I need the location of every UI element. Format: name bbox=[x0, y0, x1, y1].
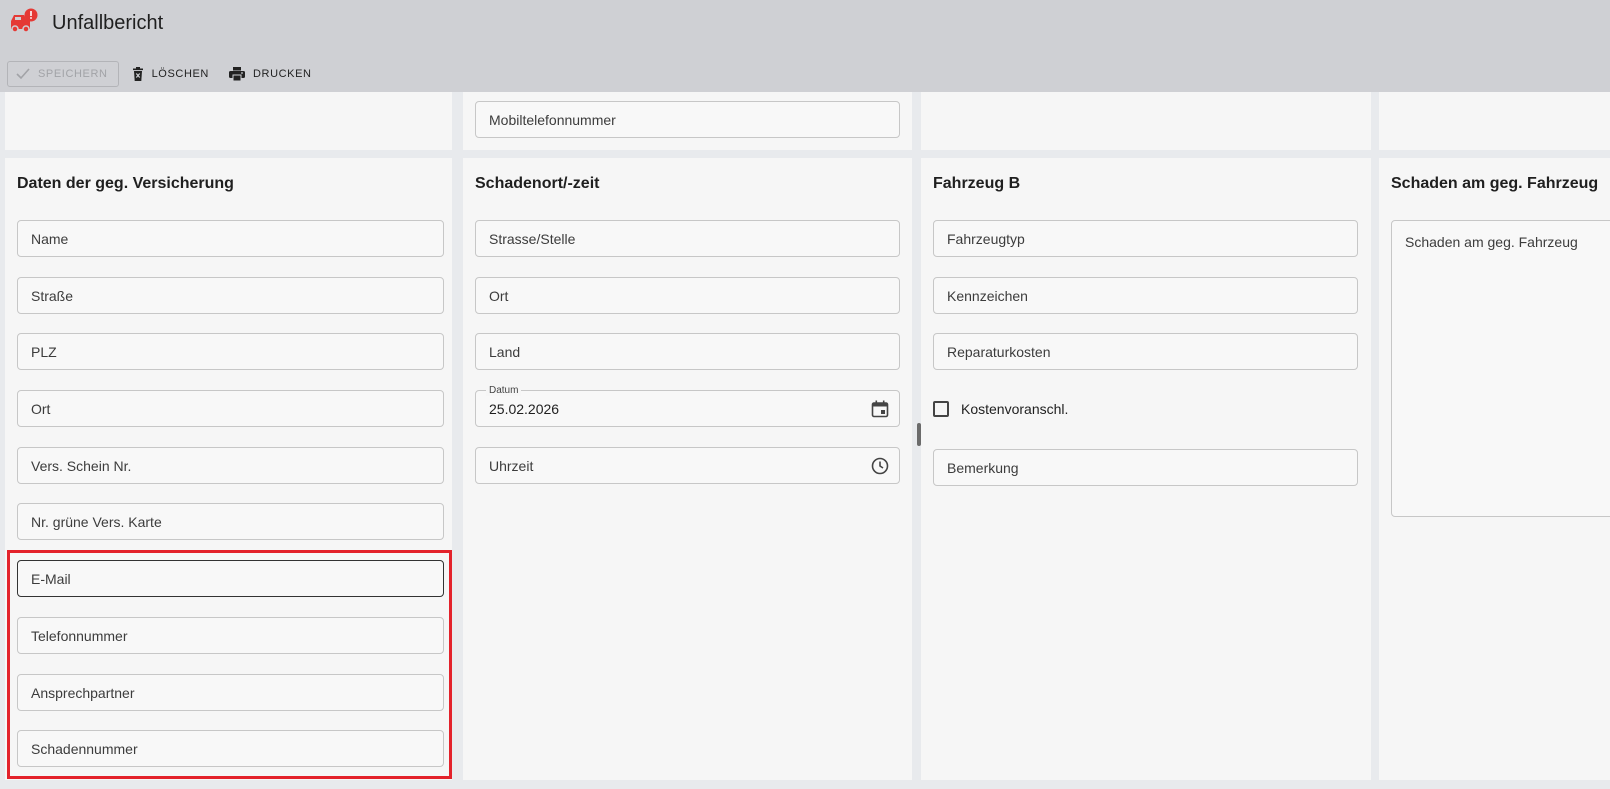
insurance-phone-field[interactable]: Telefonnummer bbox=[17, 617, 444, 654]
green-card-number-placeholder: Nr. grüne Vers. Karte bbox=[31, 514, 162, 530]
insurance-panel: Daten der geg. Versicherung Name Straße … bbox=[5, 158, 452, 780]
car-crash-alert-icon bbox=[11, 8, 38, 33]
date-field[interactable]: Datum 25.02.2026 bbox=[475, 385, 900, 427]
delete-button[interactable]: LÖSCHEN bbox=[125, 61, 216, 87]
panel-top-col1 bbox=[5, 92, 452, 150]
vehicle-b-panel-title: Fahrzeug B bbox=[933, 175, 1021, 192]
toolbar: SPEICHERN LÖSCHEN DRUCKEN bbox=[7, 61, 325, 87]
cost-estimate-checkbox-box[interactable] bbox=[933, 401, 949, 417]
repair-cost-field[interactable]: Reparaturkosten bbox=[933, 333, 1358, 370]
remark-field[interactable]: Bemerkung bbox=[933, 449, 1358, 486]
damage-description-textarea[interactable]: Schaden am geg. Fahrzeug bbox=[1391, 220, 1610, 517]
insurance-street-placeholder: Straße bbox=[31, 288, 74, 304]
insurance-email-field[interactable]: E-Mail bbox=[17, 560, 444, 597]
print-button[interactable]: DRUCKEN bbox=[222, 61, 319, 87]
insurance-name-placeholder: Name bbox=[31, 231, 69, 247]
damage-panel-title: Schaden am geg. Fahrzeug bbox=[1391, 175, 1599, 192]
vehicle-type-placeholder: Fahrzeugtyp bbox=[947, 231, 1025, 247]
country-field[interactable]: Land bbox=[475, 333, 900, 370]
location-city-placeholder: Ort bbox=[489, 288, 509, 304]
insurance-city-field[interactable]: Ort bbox=[17, 390, 444, 427]
calendar-icon[interactable] bbox=[871, 400, 889, 418]
insurance-street-field[interactable]: Straße bbox=[17, 277, 444, 314]
insurance-policy-number-field[interactable]: Vers. Schein Nr. bbox=[17, 447, 444, 484]
mobile-phone-field[interactable]: Mobiltelefonnummer bbox=[475, 101, 900, 138]
cost-estimate-label: Kostenvoranschl. bbox=[961, 401, 1069, 417]
panel-top-col4 bbox=[1379, 92, 1610, 150]
cost-estimate-checkbox[interactable]: Kostenvoranschl. bbox=[933, 399, 1068, 419]
claim-number-field[interactable]: Schadennummer bbox=[17, 730, 444, 767]
location-panel: Schadenort/-zeit Strasse/Stelle Ort Land… bbox=[463, 158, 912, 780]
insurance-panel-title: Daten der geg. Versicherung bbox=[17, 175, 234, 192]
save-button-label: SPEICHERN bbox=[38, 68, 108, 80]
clock-icon[interactable] bbox=[871, 457, 889, 475]
trash-icon bbox=[132, 67, 143, 81]
time-placeholder: Uhrzeit bbox=[489, 458, 534, 474]
save-button[interactable]: SPEICHERN bbox=[7, 61, 119, 87]
insurance-phone-placeholder: Telefonnummer bbox=[31, 628, 128, 644]
damage-description-placeholder: Schaden am geg. Fahrzeug bbox=[1405, 234, 1578, 250]
app-title: Unfallbericht bbox=[52, 12, 164, 34]
printer-icon bbox=[228, 67, 245, 81]
repair-cost-placeholder: Reparaturkosten bbox=[947, 344, 1051, 360]
claim-number-placeholder: Schadennummer bbox=[31, 741, 138, 757]
insurance-zip-field[interactable]: PLZ bbox=[17, 333, 444, 370]
mobile-phone-placeholder: Mobiltelefonnummer bbox=[489, 112, 616, 128]
street-location-placeholder: Strasse/Stelle bbox=[489, 231, 576, 247]
vehicle-type-field[interactable]: Fahrzeugtyp bbox=[933, 220, 1358, 257]
remark-placeholder: Bemerkung bbox=[947, 460, 1019, 476]
print-button-label: DRUCKEN bbox=[252, 68, 312, 80]
date-field-label: Datum bbox=[486, 385, 522, 396]
app-header: Unfallbericht SPEICHERN LÖSCHEN DRUCKEN bbox=[0, 0, 1610, 92]
license-plate-field[interactable]: Kennzeichen bbox=[933, 277, 1358, 314]
insurance-contact-person-placeholder: Ansprechpartner bbox=[31, 685, 135, 701]
street-location-field[interactable]: Strasse/Stelle bbox=[475, 220, 900, 257]
insurance-city-placeholder: Ort bbox=[31, 401, 51, 417]
date-field-value: 25.02.2026 bbox=[489, 401, 560, 417]
time-field[interactable]: Uhrzeit bbox=[475, 447, 900, 484]
green-card-number-field[interactable]: Nr. grüne Vers. Karte bbox=[17, 503, 444, 540]
country-placeholder: Land bbox=[489, 344, 521, 360]
insurance-name-field[interactable]: Name bbox=[17, 220, 444, 257]
panel-top-col2: Mobiltelefonnummer bbox=[463, 92, 912, 150]
insurance-email-placeholder: E-Mail bbox=[31, 571, 71, 587]
location-panel-title: Schadenort/-zeit bbox=[475, 175, 600, 192]
delete-button-label: LÖSCHEN bbox=[151, 68, 209, 80]
check-icon bbox=[16, 68, 30, 80]
location-city-field[interactable]: Ort bbox=[475, 277, 900, 314]
insurance-zip-placeholder: PLZ bbox=[31, 344, 57, 360]
insurance-contact-person-field[interactable]: Ansprechpartner bbox=[17, 674, 444, 711]
insurance-policy-number-placeholder: Vers. Schein Nr. bbox=[31, 458, 132, 474]
license-plate-placeholder: Kennzeichen bbox=[947, 288, 1028, 304]
damage-panel: Schaden am geg. Fahrzeug Schaden am geg.… bbox=[1379, 158, 1610, 780]
panel-top-col3 bbox=[921, 92, 1371, 150]
vehicle-b-panel: Fahrzeug B Fahrzeugtyp Kennzeichen Repar… bbox=[921, 158, 1371, 780]
